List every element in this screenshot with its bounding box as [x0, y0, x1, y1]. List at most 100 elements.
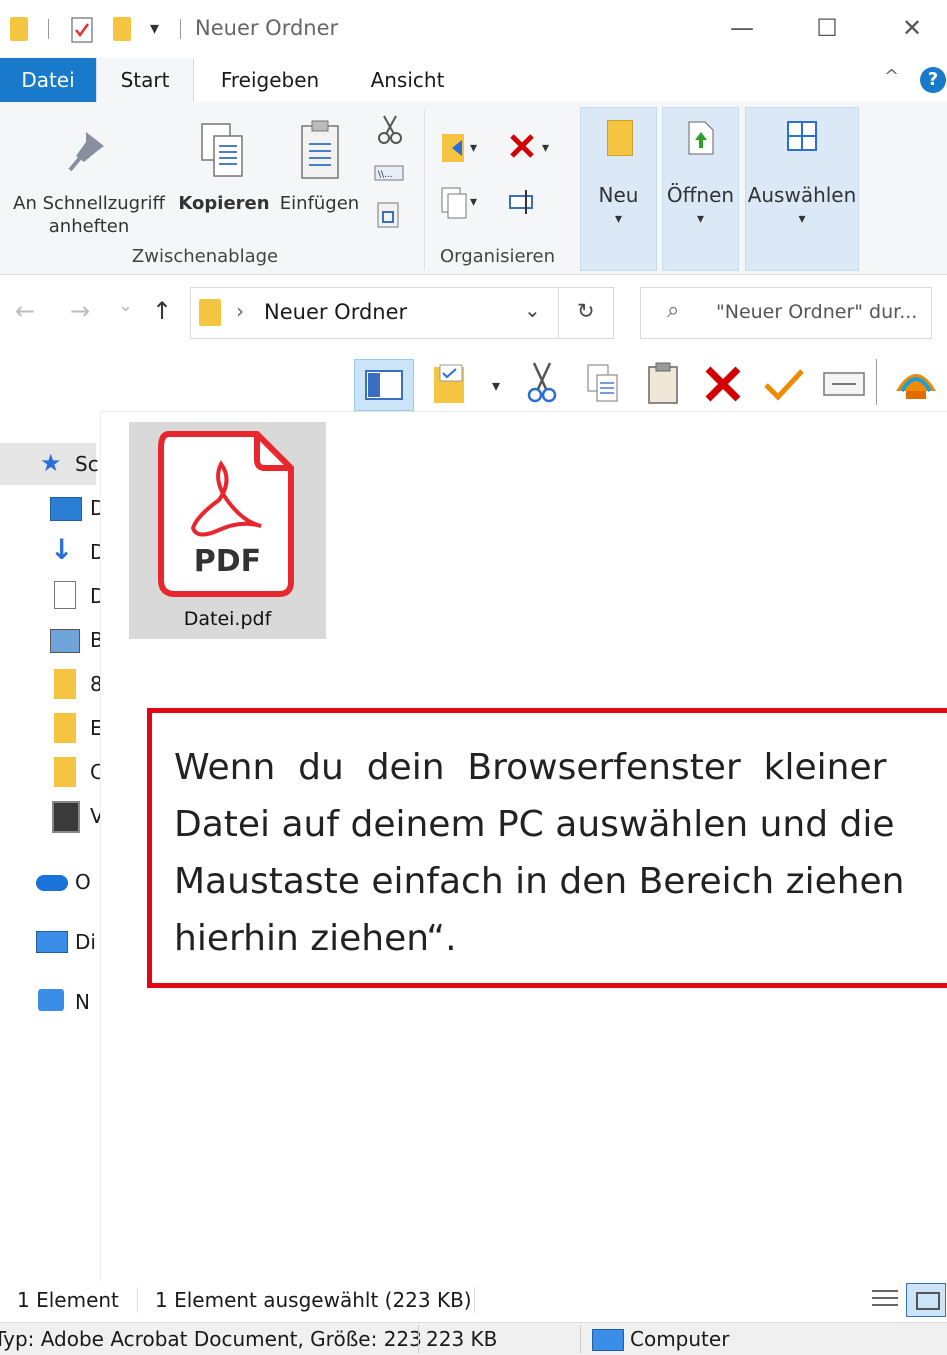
properties-icon[interactable]: [70, 16, 96, 44]
preview-pane-icon: [365, 370, 403, 400]
divider: [580, 1325, 581, 1353]
new-folder-icon[interactable]: [113, 17, 131, 41]
download-icon: ↓: [50, 533, 74, 566]
help-icon[interactable]: ?: [920, 67, 946, 93]
document-icon: [54, 581, 76, 609]
address-bar[interactable]: › Neuer Ordner ⌄ ↻: [190, 287, 614, 339]
delete-icon[interactable]: [704, 365, 744, 403]
copy-to-icon[interactable]: ▾: [440, 184, 484, 220]
paste-icon: [301, 120, 339, 179]
nav-item-videos[interactable]: V: [0, 795, 100, 837]
cut-icon[interactable]: [375, 114, 405, 146]
nav-item-folder-3[interactable]: C: [0, 751, 100, 793]
maximize-button[interactable]: ☐: [805, 10, 849, 46]
file-item[interactable]: PDF Datei.pdf: [129, 422, 326, 639]
nav-item-label: Di: [75, 930, 96, 954]
pin-quick-access-button[interactable]: An Schnellzugriff anheften: [0, 110, 178, 237]
network-icon: [38, 989, 64, 1011]
type-info: Typ: Adobe Acrobat Document, Größe: 223: [0, 1327, 422, 1351]
select-grid-icon: [787, 121, 817, 151]
recent-locations-button[interactable]: ⌄: [118, 295, 133, 316]
breadcrumb-current[interactable]: Neuer Ordner: [264, 300, 407, 324]
refresh-icon[interactable]: ↻: [577, 299, 595, 323]
nav-item-this-pc[interactable]: Di: [0, 921, 100, 963]
nav-item-downloads[interactable]: ↓ D: [0, 531, 100, 573]
pin-label-2: anheften: [48, 216, 130, 237]
copy-button[interactable]: Kopieren: [178, 110, 270, 235]
divider: [137, 1287, 138, 1313]
nav-item-folder-1[interactable]: 8: [0, 663, 100, 705]
large-icons-view-button[interactable]: [906, 1283, 946, 1317]
new-button[interactable]: Neu ▾: [580, 107, 657, 271]
select-button[interactable]: Auswählen ▾: [745, 107, 859, 271]
group-clipboard-label: Zwischenablage: [131, 246, 279, 267]
search-input[interactable]: ⌕ "Neuer Ordner" dur...: [640, 287, 932, 339]
preview-pane-button[interactable]: [354, 359, 414, 411]
computer-icon: [592, 1329, 624, 1351]
quick-access-dropdown-icon[interactable]: ▾: [150, 18, 159, 39]
chevron-down-icon: ▾: [798, 211, 806, 227]
nav-item-onedrive[interactable]: O: [0, 861, 100, 903]
copy-icon: [201, 123, 243, 177]
cut-icon[interactable]: [524, 361, 560, 405]
nav-item-label: C: [90, 760, 100, 784]
close-button[interactable]: ✕: [890, 10, 934, 46]
tab-file[interactable]: Datei: [0, 58, 96, 102]
delete-icon[interactable]: ▾: [508, 130, 556, 166]
collapse-ribbon-icon[interactable]: ^: [884, 66, 899, 87]
chevron-down-icon: ▾: [696, 211, 705, 227]
nav-item-network[interactable]: N: [0, 981, 100, 1023]
back-button[interactable]: ←: [15, 297, 35, 325]
nav-item-pictures[interactable]: B: [0, 619, 100, 661]
folder-icon: [10, 17, 28, 41]
nav-item-documents[interactable]: D: [0, 575, 100, 617]
forward-button[interactable]: →: [70, 297, 90, 325]
navigation-pane: ★ Sc D ↓ D D B 8 E C V O Di N: [0, 411, 101, 1281]
search-placeholder: "Neuer Ordner" dur...: [716, 301, 918, 323]
group-organize-label: Organisieren: [439, 246, 556, 267]
folder-icon: [54, 757, 76, 787]
rename-icon[interactable]: [822, 369, 866, 399]
tab-start[interactable]: Start: [96, 58, 194, 103]
nav-item-label: Sc: [75, 452, 99, 476]
desktop-icon: [50, 497, 82, 521]
nav-item-quick-access[interactable]: ★ Sc: [0, 443, 100, 485]
folder-icon: [54, 713, 76, 743]
video-icon: [52, 801, 80, 833]
open-button[interactable]: Öffnen ▾: [662, 107, 739, 271]
search-icon: ⌕: [667, 298, 680, 323]
checkmark-icon[interactable]: [762, 365, 806, 403]
status-bar: 1 Element 1 Element ausgewählt (223 KB): [0, 1281, 947, 1319]
up-button[interactable]: ↑: [152, 297, 172, 325]
divider: [474, 1287, 475, 1313]
minimize-button[interactable]: —: [720, 10, 764, 46]
svg-text:▾: ▾: [470, 140, 477, 156]
pin-label-1: An Schnellzugriff: [13, 193, 165, 214]
address-dropdown-icon[interactable]: ⌄: [524, 298, 541, 322]
properties-dropdown-icon[interactable]: ▾: [432, 363, 504, 405]
file-size: 223 KB: [426, 1327, 498, 1351]
paste-icon[interactable]: [645, 361, 681, 405]
paste-shortcut-icon[interactable]: [376, 200, 402, 230]
move-to-icon[interactable]: ▾: [440, 130, 484, 166]
details-view-icon[interactable]: [868, 1285, 902, 1315]
rename-icon[interactable]: [508, 184, 544, 220]
divider: [876, 359, 877, 405]
nav-item-label: V: [90, 804, 100, 828]
copy-path-icon[interactable]: \\...: [374, 162, 404, 184]
file-name[interactable]: Datei.pdf: [129, 608, 326, 630]
open-label: Öffnen: [666, 183, 735, 207]
nav-item-folder-2[interactable]: E: [0, 707, 100, 749]
picture-icon: [50, 629, 80, 653]
tab-view[interactable]: Ansicht: [345, 58, 470, 102]
ribbon-tabs: Datei Start Freigeben Ansicht ^ ?: [0, 58, 947, 103]
tab-share[interactable]: Freigeben: [205, 58, 335, 102]
paste-button[interactable]: Einfügen: [272, 110, 367, 235]
pdf-badge: PDF: [193, 544, 262, 579]
shell-icon[interactable]: [892, 361, 947, 405]
custom-toolbar: ▾: [0, 353, 947, 412]
note-line-3: Maustaste einfach in den Bereich ziehen: [174, 861, 905, 902]
copy-icon[interactable]: [585, 363, 621, 405]
nav-item-desktop[interactable]: D: [0, 487, 100, 529]
instruction-note: Wenn du dein Browserfenster kleiner Date…: [147, 708, 947, 988]
